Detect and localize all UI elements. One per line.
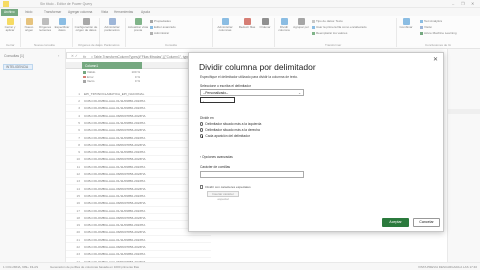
custom-delimiter-input[interactable]: - <box>200 97 235 103</box>
radio-icon <box>200 122 204 126</box>
split-at-label: Dividir en <box>200 116 214 120</box>
close-icon[interactable]: ✕ <box>433 56 438 63</box>
quote-char-select[interactable] <box>200 171 304 178</box>
radio-each-occurrence[interactable]: Cada aparición del delimitador <box>200 134 250 139</box>
split-column-dialog: ✕ Dividir columna por delimitador Especi… <box>188 52 444 232</box>
ok-button[interactable]: Aceptar <box>382 218 409 227</box>
radio-rightmost[interactable]: Delimitador situado más a la derecha <box>200 128 260 132</box>
delimiter-select[interactable]: --Personalizado-- ⌄ <box>200 89 304 96</box>
insert-special-char-button[interactable]: Insertar carácter especial <box>207 191 239 201</box>
dialog-subtitle: Especifique el delimitador utilizado par… <box>200 75 299 79</box>
radio-icon <box>200 128 204 132</box>
delimiter-label: Seleccione o escriba el delimitador <box>200 84 251 88</box>
radio-selected-icon <box>200 134 204 139</box>
radio-leftmost[interactable]: Delimitador situado más a la izquierda <box>200 122 261 126</box>
quote-char-label: Carácter de comillas <box>200 165 231 169</box>
advanced-options-toggle[interactable]: › Opciones avanzadas <box>200 155 233 159</box>
checkbox-icon <box>200 185 204 189</box>
cancel-button[interactable]: Cancelar <box>413 218 440 227</box>
special-chars-checkbox[interactable]: Dividir con caracteres especiales <box>200 185 251 189</box>
dialog-title: Dividir columna por delimitador <box>199 62 316 72</box>
chevron-down-icon: ⌄ <box>298 91 301 95</box>
